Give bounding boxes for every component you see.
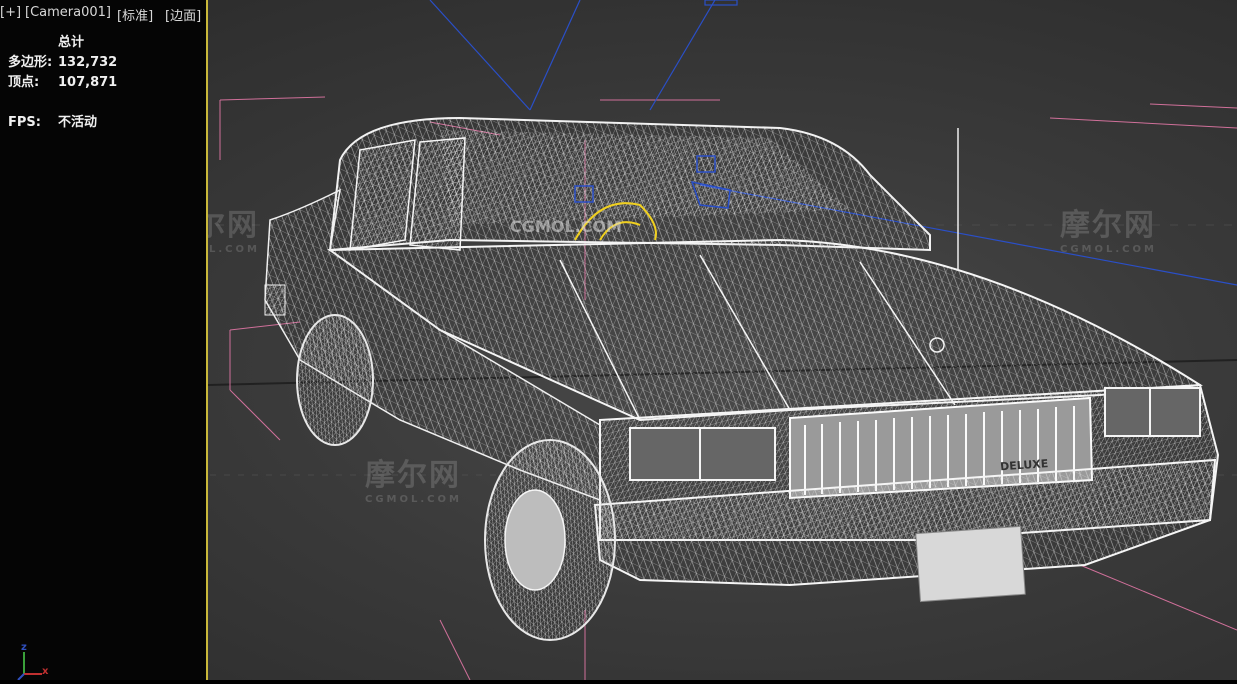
active-viewport-border [206,0,208,680]
right-headlight [1104,387,1201,437]
axis-z-label: z [21,642,27,653]
polygons-value: 132,732 [58,55,118,70]
fps-value: 不活动 [58,115,98,130]
vertices-value: 107,871 [58,75,118,90]
fps-label: FPS: [8,115,41,130]
car-body-wireframe [264,116,1220,641]
axis-tripod-icon: z x [8,642,58,681]
axis-x-label: x [42,666,49,677]
scene-statistics: 总计 多边形: 132,732 顶点: 107,871 FPS: 不活动 [8,33,117,133]
polygons-label: 多边形: [8,55,53,70]
viewport-mode-menu[interactable]: [标准] [117,5,153,24]
rear-wheel [296,314,374,446]
license-plate [915,525,1026,603]
viewport-camera-menu[interactable]: [Camera001] [25,5,111,20]
viewport-shading-menu[interactable]: [边面] [165,5,201,24]
vertices-label: 顶点: [8,75,40,90]
viewport-plus-menu[interactable]: [+] [0,5,21,20]
stats-heading: 总计 [58,35,85,50]
center-watermark: CGMOL.COM [510,217,622,236]
left-headlight [629,427,776,481]
